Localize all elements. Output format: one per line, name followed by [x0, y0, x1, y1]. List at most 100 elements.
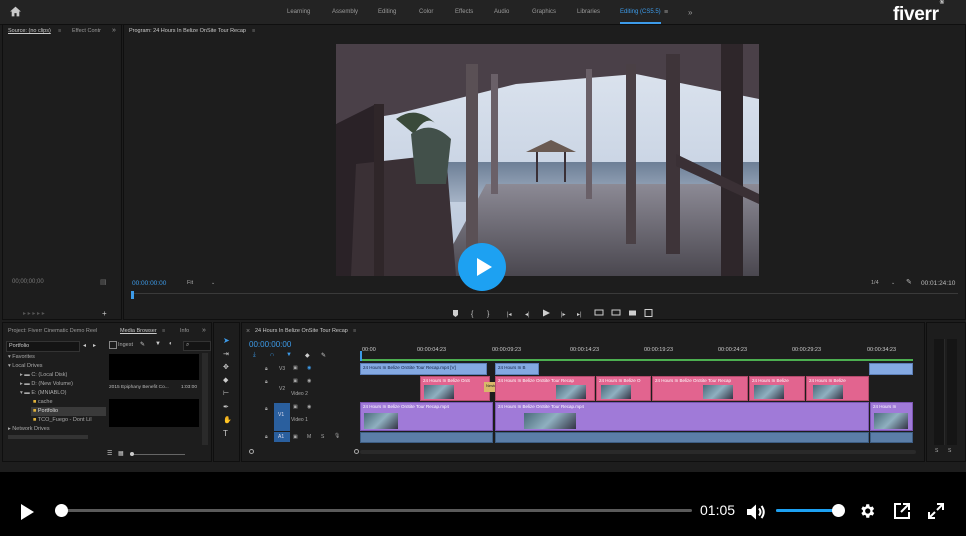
tree-item-local-drives[interactable]: ▾ Local Drives	[8, 363, 43, 369]
media-browser-menu-icon[interactable]: ≡	[162, 328, 165, 334]
tab-project[interactable]: Project: Fiverr Cinematic Demo Reel	[8, 328, 97, 334]
panel-more-icon[interactable]: »	[112, 27, 116, 34]
pen-tool-icon[interactable]: ✒	[223, 403, 229, 411]
tab-menu-icon[interactable]: ≡	[58, 28, 61, 34]
clip-v2[interactable]: 24 Hours In Belize OnSite Tour Recap	[495, 376, 595, 401]
tree-item-portfolio[interactable]: ■ Portfolio	[33, 408, 58, 414]
ratio-chevron-icon[interactable]: ⌄	[891, 280, 895, 286]
scroll-handle-left[interactable]	[249, 449, 254, 454]
location-dropdown[interactable]: Portfolio	[6, 341, 80, 352]
settings-gear-icon[interactable]	[858, 502, 876, 520]
clip-v3[interactable]	[869, 363, 913, 375]
sequence-tab[interactable]: 24 Hours In Belize OnSite Tour Recap	[255, 328, 348, 334]
ratio-dropdown[interactable]: 1/4	[871, 280, 879, 286]
sync-lock-icon[interactable]: ▣	[293, 365, 298, 371]
timeline-settings-icon[interactable]: ✎	[321, 352, 326, 359]
list-view-icon[interactable]: ☰	[107, 450, 112, 457]
hand-tool-icon[interactable]: ✋	[223, 416, 232, 424]
program-ruler[interactable]	[131, 291, 958, 301]
snap-icon[interactable]: ⤓	[253, 352, 256, 359]
clip-v1[interactable]: 24 Hours In	[870, 402, 913, 431]
eye-icon[interactable]: ◉	[307, 404, 311, 410]
tree-item-tco[interactable]: ■ TCO_Fuego - Dont Lil	[33, 417, 92, 423]
wrench-icon[interactable]: ✎	[140, 341, 145, 348]
workspace-editing-cs55[interactable]: Editing (CS5.5)	[620, 0, 661, 24]
lock-icon[interactable]: 🔒︎	[265, 434, 268, 440]
tree-item-cache[interactable]: ■ cache	[33, 399, 53, 405]
scroll-handle-right[interactable]	[354, 449, 359, 454]
home-icon[interactable]	[9, 5, 22, 18]
solo-left-button[interactable]: S	[935, 448, 938, 454]
work-area-bar[interactable]	[360, 359, 913, 361]
filter-icon[interactable]: ▼	[155, 341, 161, 347]
tree-scrollbar[interactable]	[8, 435, 88, 439]
workspace-editing[interactable]: Editing	[378, 0, 396, 24]
razor-tool-icon[interactable]: ◆	[223, 376, 228, 384]
type-tool-icon[interactable]: T	[223, 429, 228, 438]
tree-item-e-drive[interactable]: ▾ ▬ E: (MNIABLO)	[20, 390, 66, 396]
solo-right-button[interactable]: S	[948, 448, 951, 454]
audio-clip[interactable]	[495, 432, 869, 443]
zoom-slider-knob[interactable]	[130, 452, 134, 456]
zoom-slider[interactable]	[130, 452, 185, 456]
mute-button[interactable]: M	[307, 434, 311, 440]
timeline-scrollbar[interactable]	[360, 450, 916, 454]
sync-lock-icon[interactable]: ▣	[293, 378, 298, 384]
ingest-checkbox[interactable]	[109, 341, 117, 349]
fit-chevron-icon[interactable]: ⌄	[211, 280, 215, 286]
lock-icon[interactable]: 🔒︎	[265, 379, 268, 385]
clip-v2[interactable]: 24 Hours In Belize OnS	[420, 376, 490, 401]
seek-bar[interactable]	[55, 504, 692, 517]
tab-media-browser[interactable]: Media Browser	[120, 328, 157, 334]
tab-info[interactable]: Info	[180, 328, 189, 334]
audio-clip[interactable]	[360, 432, 493, 443]
big-play-button[interactable]	[458, 243, 506, 291]
icon-view-icon[interactable]: ▦	[118, 450, 124, 457]
clip-v1[interactable]: 24 Hours In Belize OnSite Tour Recap.mp4	[495, 402, 869, 431]
program-menu-icon[interactable]: ≡	[252, 28, 255, 34]
workspace-learning[interactable]: Learning	[287, 0, 310, 24]
workspace-audio[interactable]: Audio	[494, 0, 509, 24]
workspace-effects[interactable]: Effects	[455, 0, 473, 24]
tab-effect-controls[interactable]: Effect Contr	[72, 28, 101, 34]
media-scrollbar[interactable]	[202, 353, 208, 445]
workspace-menu-icon[interactable]: ≡	[664, 0, 668, 24]
clip-v2[interactable]: 24 Hours In Belize O	[596, 376, 651, 401]
popout-icon[interactable]	[893, 502, 911, 520]
workspace-libraries[interactable]: Libraries	[577, 0, 600, 24]
more-workspaces-icon[interactable]: »	[688, 0, 692, 24]
track-select-tool-icon[interactable]: ⇥	[223, 350, 229, 358]
solo-button[interactable]: S	[321, 434, 324, 440]
media-thumb[interactable]	[109, 399, 199, 427]
eye-icon[interactable]: ◉	[307, 365, 311, 371]
workspace-assembly[interactable]: Assembly	[332, 0, 358, 24]
linked-selection-icon[interactable]: ∩	[270, 352, 274, 358]
clip-v2[interactable]: 24 Hours In Belize	[806, 376, 869, 401]
playhead[interactable]	[131, 291, 134, 299]
tree-item-favorites[interactable]: ▾ Favorites	[8, 354, 35, 360]
slip-tool-icon[interactable]: ⊢	[223, 389, 229, 397]
audio-clip[interactable]	[870, 432, 913, 443]
tree-item-network-drives[interactable]: ▸ Network Drives	[8, 426, 50, 432]
nav-forward-icon[interactable]: ▸	[93, 342, 96, 349]
transport-controls[interactable]: { } |◂ ◂| |▸ ▸|	[449, 308, 669, 318]
lock-icon[interactable]: 🔒︎	[265, 406, 268, 412]
lock-icon[interactable]: 🔒︎	[265, 366, 268, 372]
wrench-icon[interactable]: ✎	[906, 278, 912, 286]
track-zoom-scrollbar[interactable]	[249, 449, 359, 454]
workspace-graphics[interactable]: Graphics	[532, 0, 556, 24]
tab-source[interactable]: Source: (no clips)	[8, 28, 51, 34]
volume-slider[interactable]	[776, 504, 845, 517]
timeline-playhead[interactable]	[360, 351, 362, 361]
seek-handle[interactable]	[55, 504, 69, 517]
program-timecode-in[interactable]: 00:00:00:00	[132, 280, 166, 287]
marker-icon[interactable]: ◆	[305, 352, 310, 359]
view-icon[interactable]: ◐	[169, 341, 173, 347]
timeline-timecode[interactable]: 00:00:00:00	[249, 340, 291, 349]
media-thumb[interactable]	[109, 354, 199, 380]
timeline-ruler[interactable]: 00:00 00:00:04:23 00:00:09:23 00:00:14:2…	[360, 343, 916, 361]
mic-icon[interactable]: 🎙︎	[334, 433, 340, 439]
play-icon[interactable]	[17, 502, 37, 522]
clip-v3[interactable]: 24 Hours In B	[495, 363, 539, 375]
sync-lock-icon[interactable]: ▣	[293, 404, 298, 410]
